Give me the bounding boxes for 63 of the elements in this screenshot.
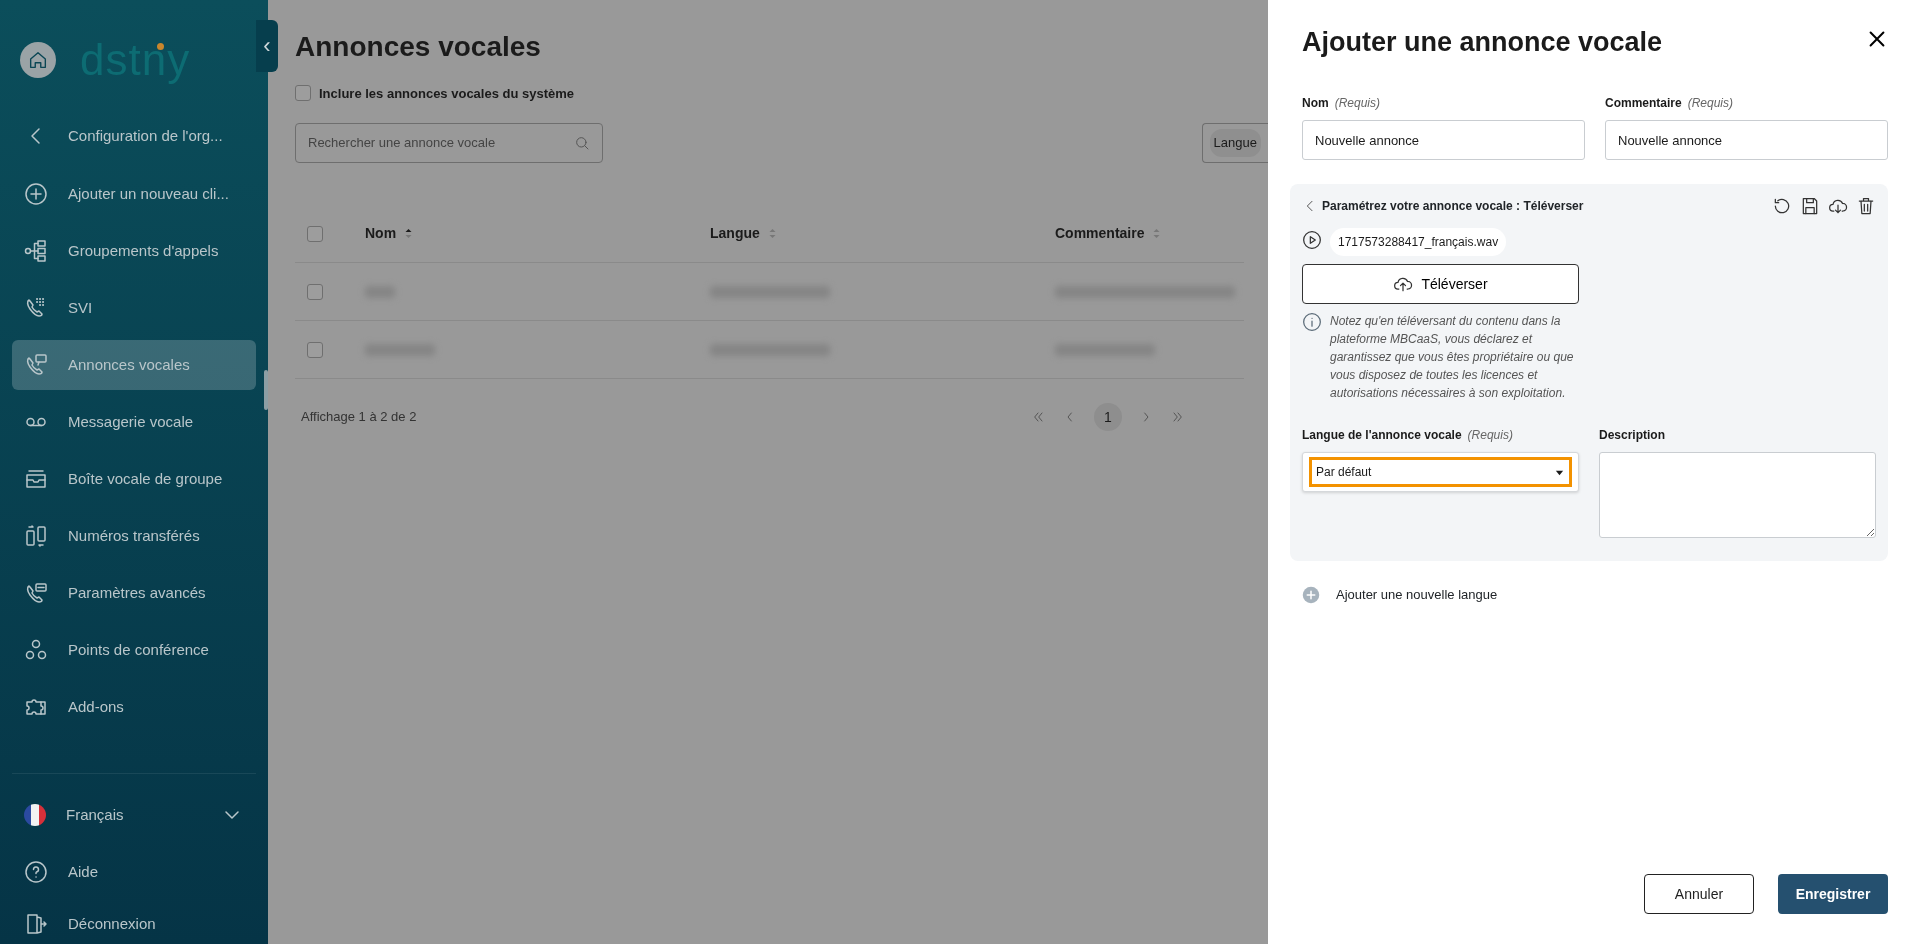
field-label: Description xyxy=(1599,427,1666,445)
logout-link[interactable]: Déconnexion xyxy=(12,904,256,944)
sidebar-item[interactable]: Paramètres avancés xyxy=(12,568,256,618)
column-header[interactable]: Nom xyxy=(365,223,397,245)
help-icon xyxy=(24,860,48,884)
sidebar-item[interactable]: Ajouter un nouveau cli... xyxy=(12,169,256,219)
input-field[interactable]: Nouvelle annonce xyxy=(1605,120,1888,161)
input-field[interactable]: Nouvelle annonce xyxy=(1302,120,1585,161)
trash-icon xyxy=(1856,196,1876,217)
sidebar-item[interactable]: Annonces vocales xyxy=(12,340,256,390)
home-button[interactable] xyxy=(20,41,56,78)
help-link[interactable]: Aide xyxy=(12,847,256,897)
panel-title: Ajouter une annonce vocale xyxy=(1302,26,1663,59)
search-icon xyxy=(574,135,590,152)
info-icon xyxy=(1302,312,1322,333)
sidebar-item[interactable]: Boîte vocale de groupe xyxy=(12,454,256,504)
save-button[interactable] xyxy=(1800,196,1820,217)
phones-icon xyxy=(24,524,48,548)
play-button[interactable] xyxy=(1302,230,1322,251)
checkbox[interactable] xyxy=(295,85,311,102)
save-button[interactable]: Enregistrer xyxy=(1778,874,1888,914)
sidebar-item[interactable]: Points de conférence xyxy=(12,625,256,675)
language-filter[interactable]: Langue xyxy=(1201,123,1268,164)
play-icon xyxy=(1302,230,1322,251)
plus-circle-icon xyxy=(24,182,48,206)
page-title: Annonces vocales xyxy=(295,30,542,64)
hierarchy-icon xyxy=(24,239,48,263)
phone-message-icon xyxy=(24,353,48,377)
sidebar-item[interactable]: Messagerie vocale xyxy=(12,397,256,447)
checkbox[interactable] xyxy=(307,341,323,358)
field-label: Langue de l'annonce vocale (Requis) xyxy=(1302,427,1514,445)
inbox-icon xyxy=(24,467,48,491)
conference-icon xyxy=(24,638,48,662)
sidebar-item[interactable]: Add-ons xyxy=(12,682,256,732)
sidebar-item[interactable]: Groupements d'appels xyxy=(12,226,256,276)
phone-settings-icon xyxy=(24,581,48,605)
cancel-button[interactable]: Annuler xyxy=(1644,874,1754,914)
checkbox-label: Inclure les annonces vocales du système xyxy=(319,84,575,103)
checkbox[interactable] xyxy=(307,225,323,242)
back-link[interactable]: Configuration de l'org... xyxy=(12,111,256,161)
plus-circle-icon xyxy=(1302,586,1320,605)
door-icon xyxy=(24,912,48,936)
language-selector[interactable]: Français xyxy=(12,790,256,840)
collapse-button[interactable]: ‹ xyxy=(256,20,278,72)
column-header[interactable]: Commentaire xyxy=(1055,223,1145,245)
language-dropdown[interactable]: Par défaut xyxy=(1309,457,1572,488)
pagination-summary: Affichage 1 à 2 de 2 xyxy=(300,408,418,427)
search-field[interactable]: Rechercher une annonce vocale xyxy=(295,123,603,164)
page-button[interactable]: 1 xyxy=(1094,403,1122,432)
field-label: Nom (Requis) xyxy=(1302,95,1382,113)
delete-button[interactable] xyxy=(1856,196,1876,217)
checkbox[interactable] xyxy=(307,283,323,300)
back-link[interactable]: Paramétrez votre annonce vocale : Téléverser xyxy=(1302,197,1584,216)
notice-text: Notez qu'en téléversant du contenu dans la plateforme MBCaaS, vous déclarez et garantissez que vous êtes propriétaire ou que vous disposez de toutes les licences et autorisations nécessaires à son exploitation. xyxy=(1330,313,1575,403)
upload-button[interactable]: Téléverser xyxy=(1302,264,1579,305)
sidebar-item[interactable]: SVI xyxy=(12,283,256,333)
field-label: Commentaire (Requis) xyxy=(1605,95,1735,113)
column-header[interactable]: Langue xyxy=(710,223,760,245)
sidebar-item[interactable]: Numéros transférés xyxy=(12,511,256,561)
flag-icon xyxy=(24,804,46,826)
description-field[interactable] xyxy=(1599,452,1876,539)
add-language-link[interactable]: Ajouter une nouvelle langue xyxy=(1302,585,1888,605)
file-name: 1717573288417_français.wav xyxy=(1330,228,1507,257)
